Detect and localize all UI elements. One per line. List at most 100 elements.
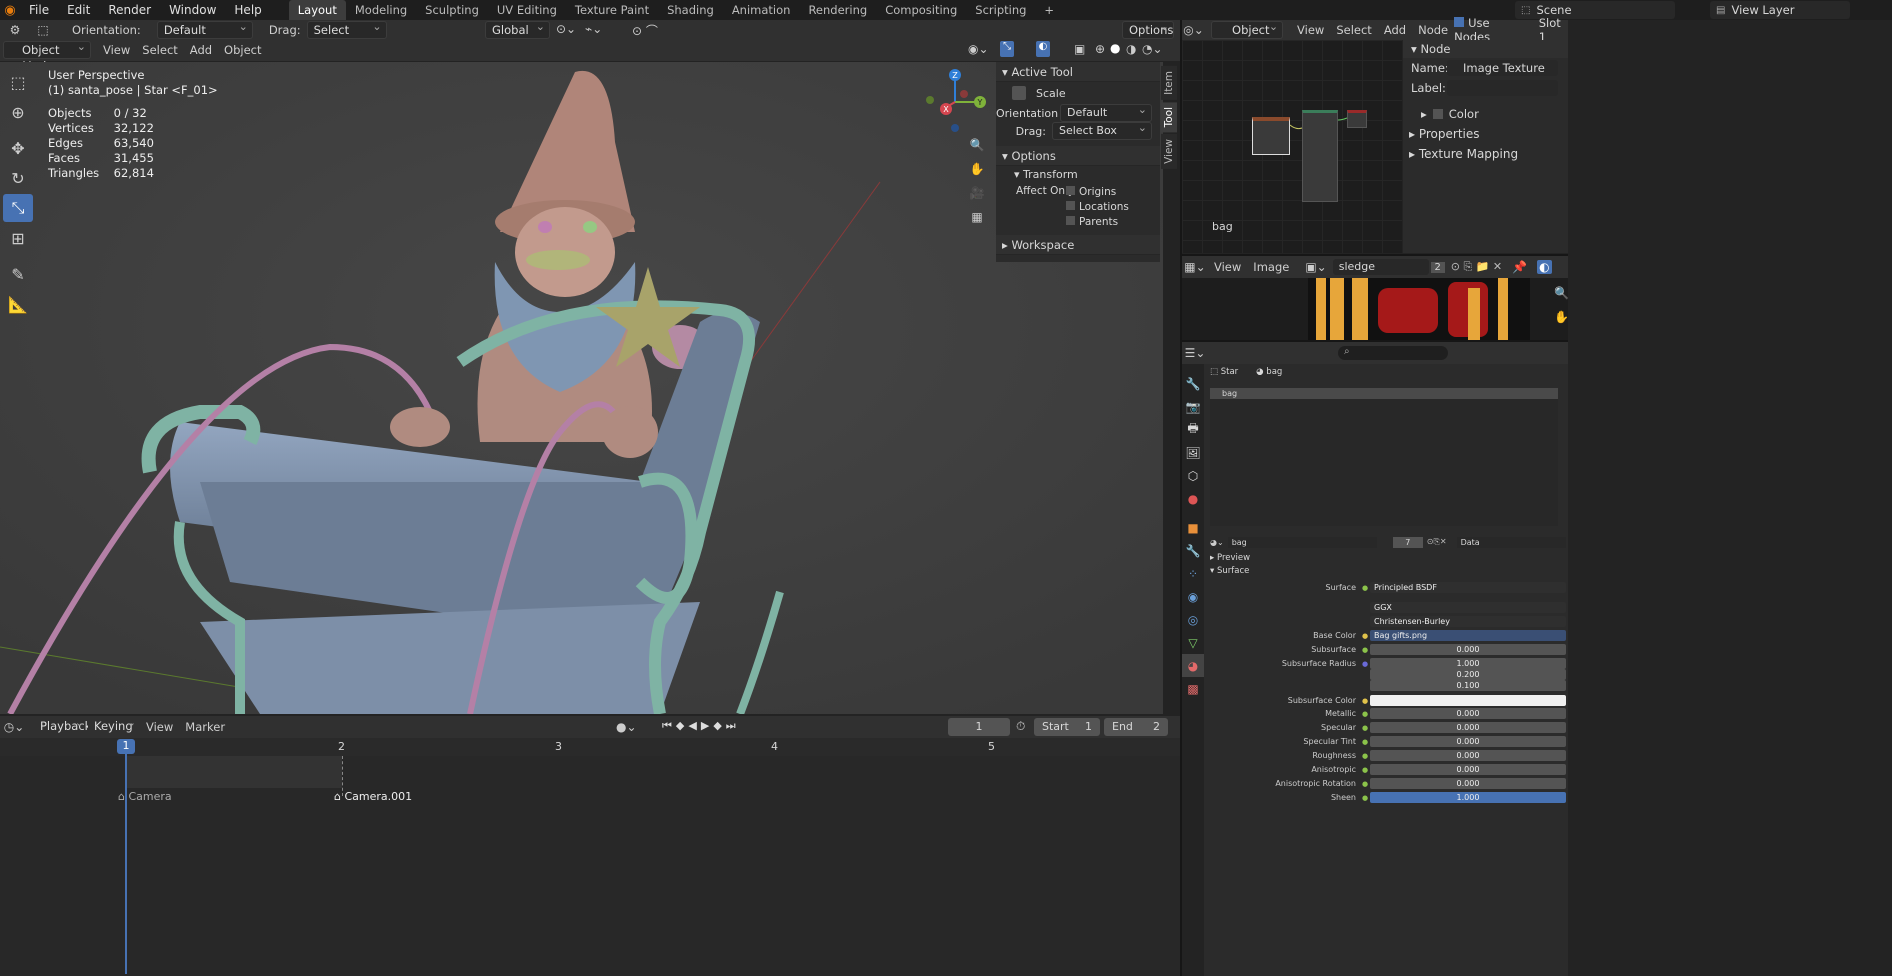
active-tool-header[interactable]: ▾ Active Tool	[996, 62, 1160, 82]
3d-viewport[interactable]: ⬚ ⊕ ✥ ↻ ⤡ ⊞ ✎ 📐 User Perspective (1) san…	[0, 62, 1163, 714]
tab-rendering[interactable]: Rendering	[799, 0, 876, 20]
parents-checkbox[interactable]: Parents	[1066, 215, 1129, 230]
bsdf-input-row[interactable]: Subsurface ● 0.000	[1210, 643, 1566, 656]
play-icon[interactable]: ▶	[701, 719, 709, 733]
preview-section[interactable]: ▸ Preview	[1210, 553, 1250, 563]
options-header[interactable]: ▾ Options	[996, 146, 1160, 166]
physics-tab-icon[interactable]: ◉	[1182, 585, 1204, 608]
image-editor-canvas[interactable]: 🔍 ✋	[1182, 278, 1569, 340]
viewport-menu-object[interactable]: Object	[218, 43, 267, 57]
view-layer-name[interactable]: View Layer	[1731, 3, 1794, 17]
origins-checkbox[interactable]: Origins	[1066, 185, 1129, 200]
timeline-view-menu[interactable]: View	[140, 720, 179, 734]
rendered-shading-icon[interactable]: ◔⌄	[1142, 42, 1163, 56]
camera-view-icon[interactable]: 🎥	[966, 186, 988, 210]
material-slot-item[interactable]: bag	[1210, 388, 1558, 399]
bsdf-input-row[interactable]: Subsurface Color ●	[1210, 694, 1566, 707]
blender-logo-icon[interactable]: ◉	[0, 3, 20, 18]
measure-tool-icon[interactable]: 📐	[3, 290, 33, 318]
surface-section[interactable]: ▾ Surface	[1210, 566, 1249, 576]
object-dropdown[interactable]: Object	[1211, 19, 1284, 39]
orientation-dropdown[interactable]: Default	[156, 19, 253, 39]
current-frame-field[interactable]: 1	[948, 718, 1010, 736]
proportional-edit-icon[interactable]: ⊙ ⌒	[632, 22, 658, 39]
material-shading-icon[interactable]: ◑	[1126, 42, 1136, 56]
play-reverse-icon[interactable]: ◀	[688, 719, 696, 733]
viewport-menu-view[interactable]: View	[97, 43, 136, 57]
link-dropdown[interactable]: Data	[1456, 536, 1566, 548]
solid-shading-icon[interactable]: ●	[1110, 41, 1120, 55]
render-tab-icon[interactable]: 📷	[1182, 395, 1204, 418]
tab-texture-paint[interactable]: Texture Paint	[566, 0, 658, 20]
tool-tab-icon[interactable]: 🔧	[1182, 372, 1204, 395]
tab-modeling[interactable]: Modeling	[346, 0, 416, 20]
properties-type-icon[interactable]: ☰⌄	[1182, 346, 1208, 360]
transform-tool-icon[interactable]: ⊞	[3, 224, 33, 252]
bsdf-input-row[interactable]: Specular Tint ● 0.000	[1210, 735, 1566, 748]
tab-shading[interactable]: Shading	[658, 0, 723, 20]
next-key-icon[interactable]: ◆	[713, 719, 721, 733]
tab-compositing[interactable]: Compositing	[876, 0, 966, 20]
output-tab-icon[interactable]: 🖶	[1182, 418, 1204, 441]
start-frame-field[interactable]: Start 1	[1034, 718, 1100, 736]
playback-menu[interactable]: Playback	[34, 715, 91, 736]
scene-tab-icon[interactable]: ⬡	[1182, 464, 1204, 487]
gizmo-toggle-icon[interactable]: ⤡	[1000, 41, 1014, 57]
image-menu-view[interactable]: View	[1208, 260, 1247, 274]
image-pan-icon[interactable]: ✋	[1554, 310, 1569, 324]
texture-tab-icon[interactable]: ▩	[1182, 677, 1204, 700]
tab-scripting[interactable]: Scripting	[966, 0, 1035, 20]
transform-orientation-dropdown[interactable]: Global	[485, 19, 550, 39]
properties-search-icon[interactable]: ⌕	[1338, 346, 1448, 360]
tab-layout[interactable]: Layout	[288, 0, 346, 20]
material-browse-icon[interactable]: ◕⌄	[1210, 538, 1224, 547]
bsdf-input-row[interactable]: Base Color ● Bag gifts.png	[1210, 629, 1566, 642]
overlay-toggle-icon[interactable]: ◐	[1036, 41, 1050, 57]
bsdf-input-row[interactable]: Roughness ● 0.000	[1210, 749, 1566, 762]
viewport-menu-select[interactable]: Select	[136, 43, 183, 57]
material-tab-icon[interactable]: ◕	[1182, 654, 1204, 677]
material-name-field[interactable]: bag	[1227, 536, 1377, 548]
wireframe-shading-icon[interactable]: ⊕	[1095, 42, 1105, 56]
image-users-count[interactable]: 2	[1430, 261, 1445, 273]
end-frame-field[interactable]: End 2	[1104, 718, 1168, 736]
rotate-tool-icon[interactable]: ↻	[3, 164, 33, 192]
object-tab-icon[interactable]: ■	[1182, 516, 1204, 539]
data-tab-icon[interactable]: ▽	[1182, 631, 1204, 654]
select-box-tool-icon[interactable]: ⬚	[3, 68, 33, 96]
texture-mapping-header[interactable]: ▸ Texture Mapping	[1403, 144, 1568, 164]
menu-help[interactable]: Help	[225, 0, 270, 20]
particles-tab-icon[interactable]: ⁘	[1182, 562, 1204, 585]
scene-name[interactable]: Scene	[1536, 3, 1571, 17]
bsdf-input-row[interactable]: Anisotropic ● 0.000	[1210, 763, 1566, 776]
gizmo-image-icon[interactable]: ◐	[1537, 260, 1552, 274]
pivot-icon[interactable]: ⊙⌄	[556, 22, 576, 36]
node-menu-select[interactable]: Select	[1330, 23, 1377, 37]
locations-checkbox[interactable]: Locations	[1066, 200, 1129, 215]
snap-icon[interactable]: ⌁⌄	[585, 22, 602, 36]
menu-edit[interactable]: Edit	[58, 0, 99, 20]
node-name-field[interactable]: Image Texture	[1447, 60, 1558, 76]
material-slots-list[interactable]: bag	[1210, 388, 1558, 526]
ortho-grid-icon[interactable]: ▦	[966, 210, 988, 234]
scale-tool-icon[interactable]: ⤡	[3, 194, 33, 222]
mode-dropdown[interactable]: Object Mode	[3, 39, 91, 73]
distribution-dropdown[interactable]: GGX	[1210, 601, 1566, 614]
node-panel-header[interactable]: ▾ Node	[1403, 40, 1568, 58]
image-zoom-icon[interactable]: 🔍	[1554, 286, 1569, 300]
properties-panel-header[interactable]: ▸ Properties	[1403, 124, 1568, 144]
image-menu-image[interactable]: Image	[1247, 260, 1295, 274]
menu-window[interactable]: Window	[160, 0, 225, 20]
visibility-icon[interactable]: ◉⌄	[968, 42, 989, 56]
zoom-icon[interactable]: 🔍	[966, 138, 988, 162]
tab-view[interactable]: View	[1161, 134, 1177, 170]
bsdf-input-row[interactable]: Sheen ● 1.000	[1210, 791, 1566, 804]
node-editor-canvas[interactable]: bag	[1182, 40, 1402, 253]
bsdf-input-row[interactable]: Anisotropic Rotation ● 0.000	[1210, 777, 1566, 790]
drag-dropdown[interactable]: Select Box	[306, 19, 387, 53]
npanel-drag-dropdown[interactable]: Select Box	[1052, 120, 1152, 140]
image-actions-icons[interactable]: ⊙ ⎘ 📁 ✕	[1451, 260, 1502, 274]
modifier-tab-icon[interactable]: 🔧	[1182, 539, 1204, 562]
tab-uv-editing[interactable]: UV Editing	[488, 0, 566, 20]
tab-tool[interactable]: Tool	[1161, 101, 1177, 133]
